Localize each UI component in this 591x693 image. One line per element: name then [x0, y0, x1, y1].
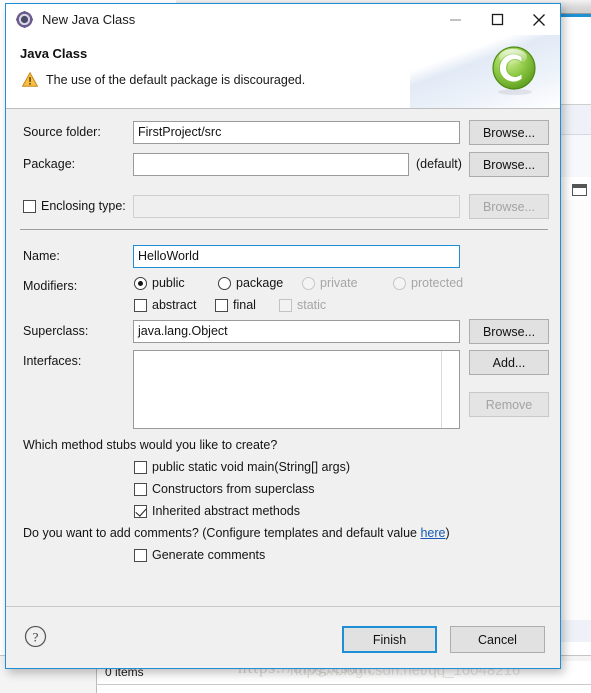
dialog-body: Source folder: FirstProject/src Browse..… [6, 109, 560, 606]
source-folder-label: Source folder: [23, 125, 101, 139]
modifier-checkbox-static: static [279, 298, 326, 312]
comments-question-prefix: Do you want to add comments? (Configure … [23, 526, 421, 540]
modifier-label-protected: protected [411, 276, 464, 290]
package-radio[interactable] [218, 276, 231, 290]
help-question-icon[interactable]: ? [24, 625, 47, 648]
java-class-wizard-icon [16, 11, 33, 28]
modifier-label-final: final [233, 298, 256, 312]
public-radio[interactable] [134, 276, 147, 290]
interfaces-list-divider [441, 351, 442, 428]
modifier-radio-package[interactable]: package [218, 276, 283, 290]
page-title: Java Class [20, 46, 88, 61]
eclipse-java-wizard-logo [489, 44, 541, 96]
inherited-abstract-checkbox[interactable] [134, 504, 147, 518]
superclass-input[interactable]: java.lang.Object [133, 320, 460, 343]
modifier-label-package: package [236, 276, 284, 290]
superclass-browse-button[interactable]: Browse... [469, 319, 549, 344]
package-browse-button[interactable]: Browse... [469, 152, 549, 177]
modifier-radio-public[interactable]: public [134, 276, 185, 290]
enclosing-type-option[interactable]: Enclosing type: [23, 199, 126, 213]
ide-items-divider [96, 684, 591, 685]
enclosing-type-checkbox[interactable] [23, 199, 36, 213]
header-message: The use of the default package is discou… [46, 72, 306, 87]
finish-button[interactable]: Finish [342, 626, 437, 653]
interfaces-label-wrap: Interfaces: [23, 354, 81, 368]
constructors-checkbox[interactable] [134, 482, 147, 496]
warning-icon [21, 71, 39, 87]
stub-option-main[interactable]: public static void main(String[] args) [134, 460, 350, 474]
superclass-label: Superclass: [23, 324, 89, 338]
final-checkbox[interactable] [215, 298, 228, 312]
enclosing-type-input [133, 195, 460, 218]
source-folder-browse-button[interactable]: Browse... [469, 120, 549, 145]
enclosing-type-label: Enclosing type: [41, 199, 126, 213]
dialog-footer: ? Finish Cancel [6, 606, 560, 668]
window-controls [434, 4, 560, 35]
interfaces-remove-button: Remove [469, 392, 549, 417]
source-folder-input[interactable]: FirstProject/src [133, 121, 460, 144]
enclosing-type-browse-button: Browse... [469, 194, 549, 219]
main-method-checkbox[interactable] [134, 460, 147, 474]
package-label-wrap: Package: [23, 157, 75, 171]
maximize-icon[interactable] [476, 4, 518, 35]
comments-question-suffix: ) [445, 526, 450, 540]
modifiers-label: Modifiers: [23, 279, 78, 293]
modifier-radio-protected: protected [393, 276, 463, 290]
name-label-wrap: Name: [23, 249, 60, 263]
static-checkbox [279, 298, 292, 312]
stub-label-constructors: Constructors from superclass [152, 482, 315, 496]
interfaces-add-button[interactable]: Add... [469, 350, 549, 375]
dialog-header: Java Class The use of the default packag… [6, 35, 560, 109]
header-message-row: The use of the default package is discou… [21, 71, 306, 87]
stub-option-inherited[interactable]: Inherited abstract methods [134, 504, 300, 518]
modifier-label-private: private [320, 276, 358, 290]
superclass-label-wrap: Superclass: [23, 324, 88, 338]
cancel-button[interactable]: Cancel [450, 626, 545, 653]
ide-view-menu-icon[interactable] [572, 184, 587, 196]
package-default-note: (default) [416, 157, 462, 171]
package-label: Package: [23, 157, 76, 171]
generate-comments-label: Generate comments [152, 548, 266, 562]
modifier-radio-private: private [302, 276, 358, 290]
modifier-checkbox-final[interactable]: final [215, 298, 256, 312]
generate-comments-checkbox[interactable] [134, 548, 147, 562]
svg-text:?: ? [33, 629, 39, 644]
close-icon[interactable] [518, 4, 560, 35]
interfaces-list[interactable] [133, 350, 460, 429]
generate-comments-option[interactable]: Generate comments [134, 548, 265, 562]
dialog-title: New Java Class [42, 12, 136, 27]
modifiers-label-wrap: Modifiers: [23, 279, 77, 293]
modifier-label-abstract: abstract [152, 298, 197, 312]
stub-option-constructors[interactable]: Constructors from superclass [134, 482, 315, 496]
configure-templates-link[interactable]: here [420, 526, 445, 540]
modifier-checkbox-abstract[interactable]: abstract [134, 298, 196, 312]
stub-label-inherited: Inherited abstract methods [152, 504, 300, 518]
package-input[interactable] [133, 153, 409, 176]
name-label: Name: [23, 249, 60, 263]
name-input[interactable]: HelloWorld [133, 245, 460, 268]
modifier-label-public: public [152, 276, 185, 290]
new-java-class-dialog: New Java Class Java Class The use of the… [5, 3, 561, 669]
stub-label-main: public static void main(String[] args) [152, 460, 350, 474]
abstract-checkbox[interactable] [134, 298, 147, 312]
modifier-label-static: static [297, 298, 327, 312]
comments-question: Do you want to add comments? (Configure … [23, 526, 450, 540]
source-folder-label-wrap: Source folder: [23, 125, 101, 139]
private-radio [302, 276, 315, 290]
protected-radio [393, 276, 406, 290]
method-stubs-question: Which method stubs would you like to cre… [23, 438, 278, 452]
dialog-titlebar[interactable]: New Java Class [6, 4, 560, 35]
minimize-icon[interactable] [434, 4, 476, 35]
interfaces-label: Interfaces: [23, 354, 82, 368]
section-separator-1 [20, 229, 548, 230]
